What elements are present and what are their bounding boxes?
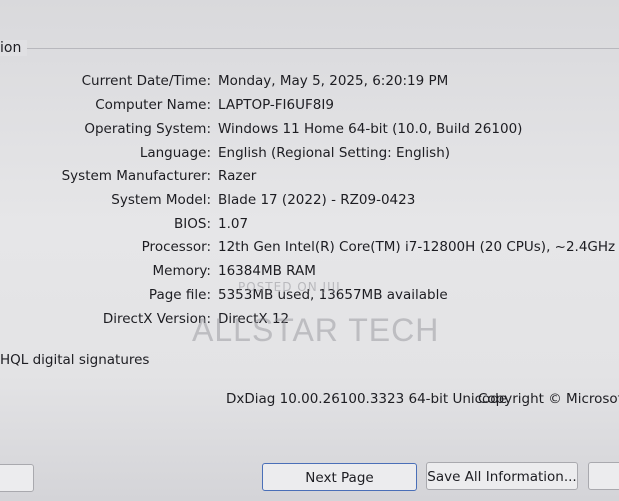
group-box-border [0,48,619,49]
computer-name-value: LAPTOP-FI6UF8I9 [218,97,334,113]
row-language: Language: English (Regional Setting: Eng… [0,145,619,165]
help-button[interactable] [0,464,34,492]
row-system-model: System Model: Blade 17 (2022) - RZ09-042… [0,192,619,212]
exit-button[interactable] [588,462,619,490]
row-processor: Processor: 12th Gen Intel(R) Core(TM) i7… [0,239,619,259]
dxdiag-version-text: DxDiag 10.00.26100.3323 64-bit Unicode [226,391,508,407]
bios-value: 1.07 [218,216,249,232]
row-bios: BIOS: 1.07 [0,216,619,236]
operating-system-value: Windows 11 Home 64-bit (10.0, Build 2610… [218,121,523,137]
row-operating-system: Operating System: Windows 11 Home 64-bit… [0,121,619,141]
row-computer-name: Computer Name: LAPTOP-FI6UF8I9 [0,97,619,117]
save-all-information-button[interactable]: Save All Information... [426,462,578,490]
processor-value: 12th Gen Intel(R) Core(TM) i7-12800H (20… [218,239,616,255]
row-current-date-time: Current Date/Time: Monday, May 5, 2025, … [0,73,619,93]
current-date-time-label: Current Date/Time: [81,73,211,89]
language-value: English (Regional Setting: English) [218,145,451,161]
memory-value: 16384MB RAM [218,263,316,279]
group-box-title: ion [0,40,28,56]
row-system-manufacturer: System Manufacturer: Razer [0,168,619,188]
computer-name-label: Computer Name: [95,97,211,113]
copyright-text: Copyright © Microsoft. [478,391,619,407]
operating-system-label: Operating System: [84,121,211,137]
system-manufacturer-label: System Manufacturer: [61,168,211,184]
watermark-posted: POSTED ON JIJI [238,280,341,294]
dxdiag-window: ion Current Date/Time: Monday, May 5, 20… [0,0,619,501]
system-model-label: System Model: [111,192,211,208]
language-label: Language: [139,145,211,161]
system-model-value: Blade 17 (2022) - RZ09-0423 [218,192,416,208]
current-date-time-value: Monday, May 5, 2025, 6:20:19 PM [218,73,449,89]
processor-label: Processor: [141,239,211,255]
system-manufacturer-value: Razer [218,168,257,184]
next-page-button[interactable]: Next Page [262,463,417,491]
watermark-brand: ALLSTAR TECH [192,312,440,348]
whql-checkbox-label[interactable]: HQL digital signatures [0,352,149,368]
bios-label: BIOS: [174,216,211,232]
page-file-label: Page file: [148,287,211,303]
memory-label: Memory: [152,263,211,279]
